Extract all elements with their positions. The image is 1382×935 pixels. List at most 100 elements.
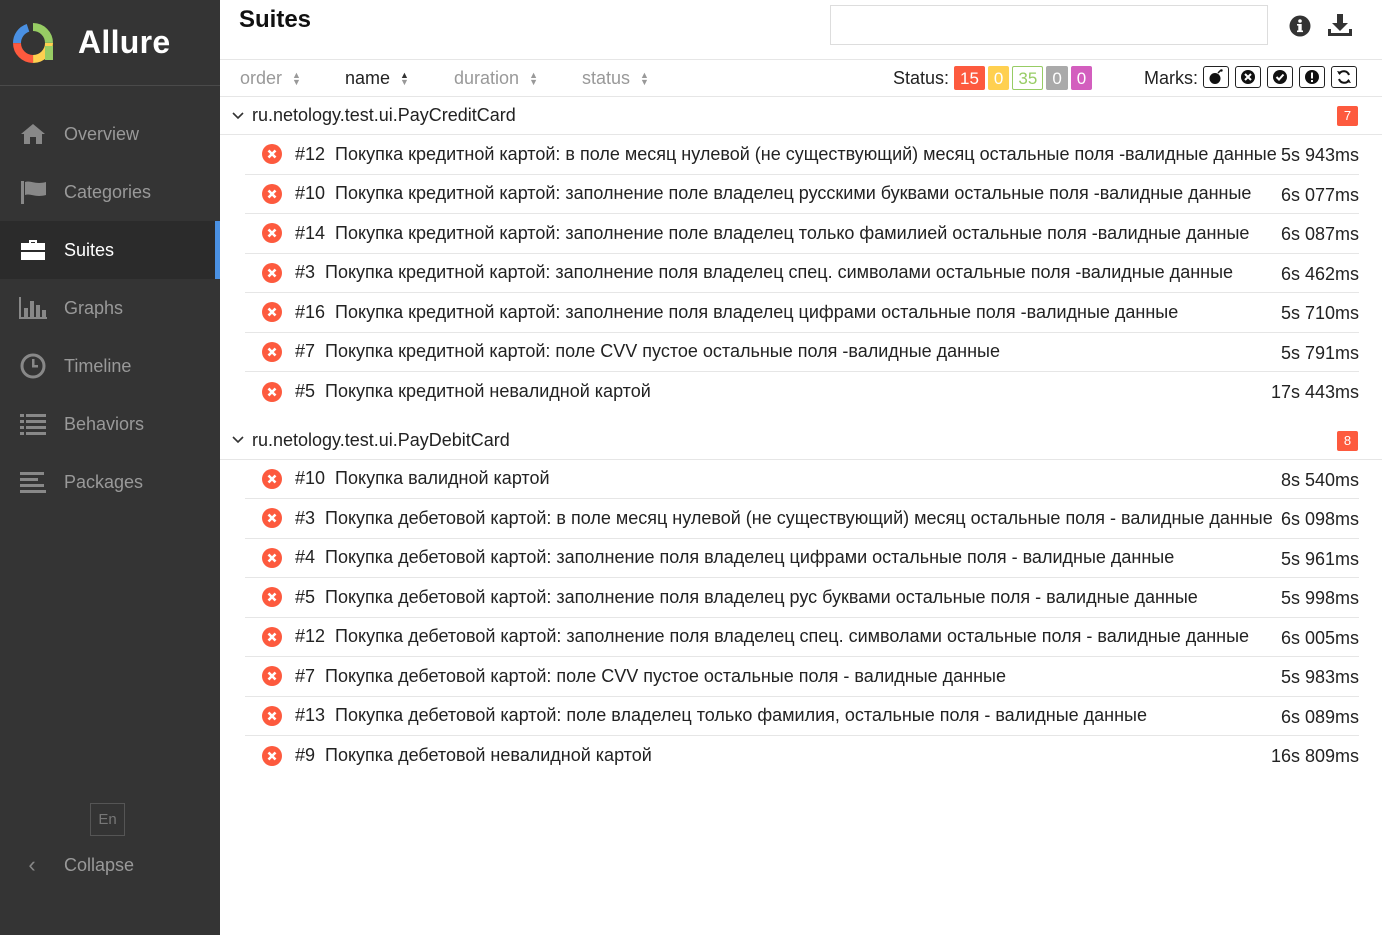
language-selector[interactable]: En	[90, 803, 125, 836]
home-icon	[18, 121, 48, 147]
test-name: Покупка дебетовой картой: поле владелец …	[335, 705, 1147, 726]
test-row[interactable]: #5 Покупка кредитной невалидной картой 17s…	[245, 372, 1359, 412]
test-duration: 17s 443ms	[1270, 382, 1359, 402]
sort-duration[interactable]: duration ▲ ▼	[454, 68, 538, 89]
sort-duration-label: duration	[454, 68, 520, 88]
test-duration: 6s 462ms	[1280, 263, 1359, 284]
sidebar-item-label: Categories	[64, 181, 152, 202]
test-name: Покупка дебетовой невалидной картой	[325, 745, 652, 766]
test-row[interactable]: #16 Покупка кредитной картой: заполнение …	[245, 293, 1359, 333]
test-row[interactable]: #14 Покупка кредитной картой: заполнение …	[245, 214, 1359, 254]
failed-status-icon	[262, 468, 282, 489]
test-row[interactable]: #7 Покупка кредитной картой: поле CVV пус…	[245, 333, 1359, 372]
status-passed-toggle[interactable]: 35	[1012, 66, 1044, 90]
sort-order[interactable]: order ▲ ▼	[240, 68, 301, 89]
sidebar-item-categories[interactable]: Categories	[0, 163, 220, 221]
test-number: #12	[295, 143, 326, 164]
test-row[interactable]: #9 Покупка дебетовой невалидной картой 16s…	[245, 736, 1359, 776]
status-filter: 15 0 35 0 0	[954, 66, 1095, 90]
test-row[interactable]: #10 Покупка кредитной картой: заполнение …	[245, 175, 1359, 214]
sort-toolbar: order ▲ ▼ name ▲ ▼ duration ▲ ▼ status ▲ ▼ S…	[220, 59, 1382, 97]
failed-status-icon	[262, 341, 282, 362]
sidebar-item-label: Timeline	[64, 355, 132, 376]
test-row[interactable]: #4 Покупка дебетовой картой: заполнение п…	[245, 539, 1359, 578]
brand[interactable]: Allure	[0, 0, 220, 86]
search-input[interactable]	[830, 5, 1268, 45]
failed-status-icon	[262, 183, 282, 204]
test-number: #13	[295, 705, 326, 726]
test-row[interactable]: #12 Покупка кредитной картой: в поле меся…	[245, 135, 1359, 175]
status-filter-label: Status:	[893, 68, 950, 88]
failed-status-icon	[262, 223, 282, 244]
test-row[interactable]: #3 Покупка дебетовой картой: в поле месяц…	[245, 499, 1359, 539]
suite-name: ru.netology.test.ui.PayDebitCard	[252, 429, 510, 450]
test-name: Покупка дебетовой картой: поле CVV пусто…	[325, 665, 1007, 686]
flaky-icon[interactable]	[1203, 66, 1229, 88]
sidebar-item-graphs[interactable]: Graphs	[0, 279, 220, 337]
sort-arrows-icon: ▲ ▼	[529, 69, 538, 87]
info-icon[interactable]	[1289, 15, 1311, 37]
status-skipped-toggle[interactable]: 0	[1046, 66, 1068, 90]
sidebar-item-suites[interactable]: Suites	[0, 221, 220, 279]
test-name: Покупка кредитной картой: в поле месяц н…	[335, 143, 1277, 164]
retries-icon[interactable]	[1331, 66, 1357, 88]
test-duration: 5s 710ms	[1280, 303, 1359, 323]
test-number: #14	[295, 222, 326, 243]
sort-arrows-icon: ▲ ▼	[640, 69, 649, 87]
test-name: Покупка дебетовой картой: заполнение пол…	[325, 586, 1198, 607]
test-duration: 6s 077ms	[1280, 184, 1359, 205]
test-row[interactable]: #10 Покупка валидной картой 8s 540ms	[245, 460, 1359, 499]
sort-status[interactable]: status ▲ ▼	[582, 68, 649, 89]
sidebar-item-overview[interactable]: Overview	[0, 105, 220, 163]
suite-name: ru.netology.test.ui.PayCreditCard	[252, 105, 516, 125]
main-pane: Suites order ▲ ▼ name ▲ ▼ duration ▲ ▼ stat…	[220, 0, 1382, 935]
sidebar-item-behaviors[interactable]: Behaviors	[0, 395, 220, 453]
status-unknown-toggle[interactable]: 0	[1070, 66, 1093, 90]
test-name: Покупка дебетовой картой: заполнение пол…	[335, 626, 1250, 647]
failed-status-icon	[262, 666, 282, 687]
test-number: #3	[295, 262, 316, 283]
new-passed-icon[interactable]	[1267, 66, 1293, 88]
test-name: Покупка кредитной картой: заполнение пол…	[325, 262, 1234, 283]
sidebar-item-timeline[interactable]: Timeline	[0, 337, 220, 395]
new-broken-icon[interactable]	[1299, 66, 1325, 88]
test-duration: 5s 961ms	[1280, 548, 1359, 569]
test-row[interactable]: #12 Покупка дебетовой картой: заполнение …	[245, 618, 1359, 657]
collapse-button[interactable]: ‹ Collapse	[18, 848, 134, 882]
download-icon[interactable]	[1327, 13, 1353, 37]
allure-logo-icon	[13, 22, 53, 63]
failed-status-icon	[262, 705, 282, 726]
failed-status-icon	[262, 587, 282, 608]
test-name: Покупка дебетовой картой: в поле месяц н…	[325, 507, 1273, 528]
test-name: Покупка кредитной картой: заполнение пол…	[335, 222, 1250, 243]
failed-status-icon	[262, 547, 282, 568]
test-name: Покупка кредитной невалидной картой	[325, 381, 651, 402]
test-row[interactable]: #3 Покупка кредитной картой: заполнение п…	[245, 254, 1359, 293]
brand-name: Allure	[78, 24, 171, 60]
suite-group-header[interactable]: ru.netology.test.ui.PayDebitCard 8	[220, 422, 1382, 460]
test-number: #7	[295, 665, 316, 686]
suite-count-badge: 7	[1337, 106, 1358, 126]
sort-status-label: status	[582, 68, 631, 88]
suite-group-header[interactable]: ru.netology.test.ui.PayCreditCard 7	[220, 97, 1382, 135]
test-row[interactable]: #7 Покупка дебетовой картой: поле CVV пус…	[245, 657, 1359, 697]
test-row[interactable]: #5 Покупка дебетовой картой: заполнение п…	[245, 578, 1359, 618]
sort-arrows-icon: ▲ ▼	[292, 69, 301, 87]
sidebar-item-packages[interactable]: Packages	[0, 453, 220, 511]
test-number: #9	[295, 745, 316, 766]
clock-icon	[18, 353, 48, 379]
sort-order-label: order	[240, 68, 283, 88]
status-failed-toggle[interactable]: 15	[954, 66, 985, 90]
failed-status-icon	[262, 302, 282, 323]
suite-count-badge: 8	[1337, 430, 1358, 451]
test-duration: 6s 087ms	[1280, 224, 1359, 244]
sort-name[interactable]: name ▲ ▼	[345, 68, 409, 89]
chevron-left-icon: ‹	[28, 852, 36, 877]
status-broken-toggle[interactable]: 0	[987, 66, 1010, 90]
test-duration: 5s 998ms	[1280, 588, 1359, 608]
new-failed-icon[interactable]	[1235, 66, 1261, 88]
test-row[interactable]: #13 Покупка дебетовой картой: поле владел…	[245, 697, 1359, 736]
test-duration: 5s 943ms	[1280, 145, 1359, 165]
bar-chart-icon	[18, 295, 48, 321]
failed-status-icon	[262, 508, 282, 529]
